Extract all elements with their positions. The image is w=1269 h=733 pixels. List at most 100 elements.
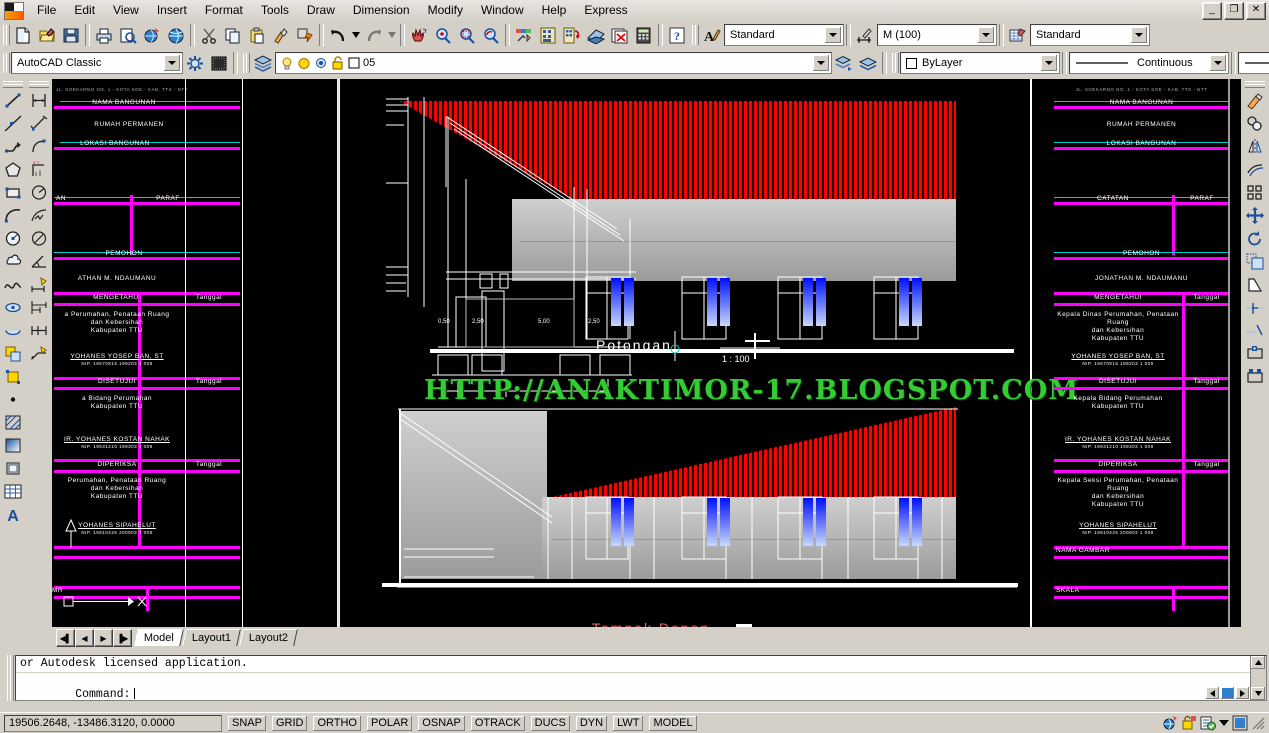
save-icon[interactable] [59, 24, 83, 47]
snap-toggle[interactable]: SNAP [228, 715, 266, 731]
layers-toolbar-grip[interactable] [242, 52, 250, 74]
extend-icon[interactable] [1243, 319, 1267, 342]
aligned-dimension-icon[interactable] [27, 112, 51, 135]
freeze-sun-icon[interactable] [297, 56, 311, 71]
multiline-text-icon[interactable]: A [1, 503, 25, 526]
menu-item-help[interactable]: Help [533, 1, 576, 20]
table-style-combo[interactable]: Standard [1030, 24, 1150, 46]
insert-block-icon[interactable] [1, 342, 25, 365]
ellipse-icon[interactable] [1, 296, 25, 319]
clean-screen-icon[interactable] [1232, 715, 1248, 731]
calculator-icon[interactable] [632, 24, 656, 47]
menu-item-format[interactable]: Format [196, 1, 252, 20]
ellipse-arc-icon[interactable] [1, 319, 25, 342]
zoom-window-icon[interactable] [455, 24, 479, 47]
sheet-set-icon[interactable] [584, 24, 608, 47]
tab-model[interactable]: Model [134, 629, 184, 646]
array-icon[interactable] [1243, 181, 1267, 204]
dimension-toolbar-grip[interactable] [28, 80, 50, 88]
model-toggle[interactable]: MODEL [649, 715, 697, 731]
copy-icon[interactable] [221, 24, 245, 47]
polygon-icon[interactable] [1, 158, 25, 181]
baseline-dimension-icon[interactable] [27, 296, 51, 319]
menu-item-view[interactable]: View [104, 1, 148, 20]
text-style-icon[interactable]: A [700, 24, 724, 47]
restore-button[interactable]: ❐ [1224, 2, 1244, 20]
linear-dimension-icon[interactable] [27, 89, 51, 112]
lock-open-icon[interactable] [314, 56, 328, 71]
communication-center-icon[interactable] [1162, 715, 1178, 731]
osnap-toggle[interactable]: OSNAP [418, 715, 465, 731]
chevron-down-icon[interactable] [1131, 27, 1147, 43]
tab-layout2[interactable]: Layout2 [239, 629, 299, 646]
redo-icon[interactable] [362, 24, 386, 47]
properties-icon[interactable] [512, 24, 536, 47]
line-icon[interactable] [1, 89, 25, 112]
undo-dropdown-icon[interactable] [350, 24, 362, 47]
mirror-icon[interactable] [1243, 135, 1267, 158]
menu-item-express[interactable]: Express [575, 1, 636, 20]
ducs-toggle[interactable]: DUCS [530, 715, 570, 731]
match-properties-icon[interactable] [269, 24, 293, 47]
menu-item-dimension[interactable]: Dimension [344, 1, 419, 20]
chevron-down-icon[interactable] [978, 27, 994, 43]
menu-item-window[interactable]: Window [472, 1, 533, 20]
ordinate-dimension-icon[interactable]: X Y [27, 158, 51, 181]
break-icon[interactable] [1243, 365, 1267, 388]
menu-item-draw[interactable]: Draw [298, 1, 344, 20]
layer-previous-icon[interactable] [832, 52, 856, 75]
quick-dimension-icon[interactable] [27, 273, 51, 296]
close-button[interactable]: ✕ [1246, 2, 1266, 20]
redo-dropdown-icon[interactable] [386, 24, 398, 47]
minimize-button[interactable]: _ [1202, 2, 1222, 20]
gradient-icon[interactable] [1, 434, 25, 457]
my-workspace-icon[interactable] [207, 52, 231, 75]
drawing-canvas[interactable]: JL. SOEKARNO NO. 1 - KOTA SOE - KAB. TTS… [52, 79, 1241, 627]
menu-item-tools[interactable]: Tools [252, 1, 298, 20]
pan-icon[interactable] [407, 24, 431, 47]
help-icon[interactable]: ? [665, 24, 689, 47]
markup-set-icon[interactable] [608, 24, 632, 47]
coordinate-display[interactable]: 19506.2648, -13486.3120, 0.0000 [4, 714, 222, 732]
point-icon[interactable] [1, 388, 25, 411]
grid-toggle[interactable]: GRID [271, 715, 308, 731]
move-icon[interactable] [1243, 204, 1267, 227]
region-icon[interactable] [1, 457, 25, 480]
etransmit-icon[interactable] [164, 24, 188, 47]
standard-toolbar-grip[interactable] [2, 24, 10, 46]
polar-toggle[interactable]: POLAR [367, 715, 413, 731]
text-style-combo[interactable]: Standard [724, 24, 844, 46]
spline-icon[interactable] [1, 273, 25, 296]
command-prompt-row[interactable]: Command: [16, 672, 1266, 714]
table-icon[interactable] [1, 480, 25, 503]
paste-icon[interactable] [245, 24, 269, 47]
lightbulb-on-icon[interactable] [280, 56, 294, 71]
workspace-combo[interactable]: AutoCAD Classic [11, 52, 183, 74]
polyline-icon[interactable] [1, 135, 25, 158]
workspaces-toolbar-grip[interactable] [2, 52, 10, 74]
block-editor-icon[interactable] [293, 24, 317, 47]
copy-object-icon[interactable] [1243, 112, 1267, 135]
lwt-toggle[interactable]: LWT [613, 715, 644, 731]
plot-icon[interactable] [92, 24, 116, 47]
menu-item-modify[interactable]: Modify [419, 1, 472, 20]
layer-properties-manager-icon[interactable] [251, 52, 275, 75]
tool-palettes-icon[interactable] [560, 24, 584, 47]
otrack-toggle[interactable]: OTRACK [470, 715, 525, 731]
menu-item-insert[interactable]: Insert [148, 1, 196, 20]
properties-toolbar-grip[interactable] [891, 52, 899, 74]
linetype-combo[interactable]: Continuous [1069, 52, 1229, 74]
cut-icon[interactable] [197, 24, 221, 47]
publish-icon[interactable] [140, 24, 164, 47]
first-layout-button[interactable]: ◀▌ [56, 629, 75, 647]
construction-line-icon[interactable] [1, 112, 25, 135]
chevron-down-icon[interactable] [813, 55, 829, 71]
scroll-right-button[interactable] [1236, 687, 1249, 699]
styles-toolbar-grip[interactable] [691, 24, 699, 46]
rotate-icon[interactable] [1243, 227, 1267, 250]
plot-on-icon[interactable] [331, 55, 345, 71]
tab-layout1[interactable]: Layout1 [182, 629, 241, 646]
last-layout-button[interactable]: ▐▶ [113, 629, 132, 647]
color-combo[interactable]: ByLayer [900, 52, 1060, 74]
open-icon[interactable] [35, 24, 59, 47]
